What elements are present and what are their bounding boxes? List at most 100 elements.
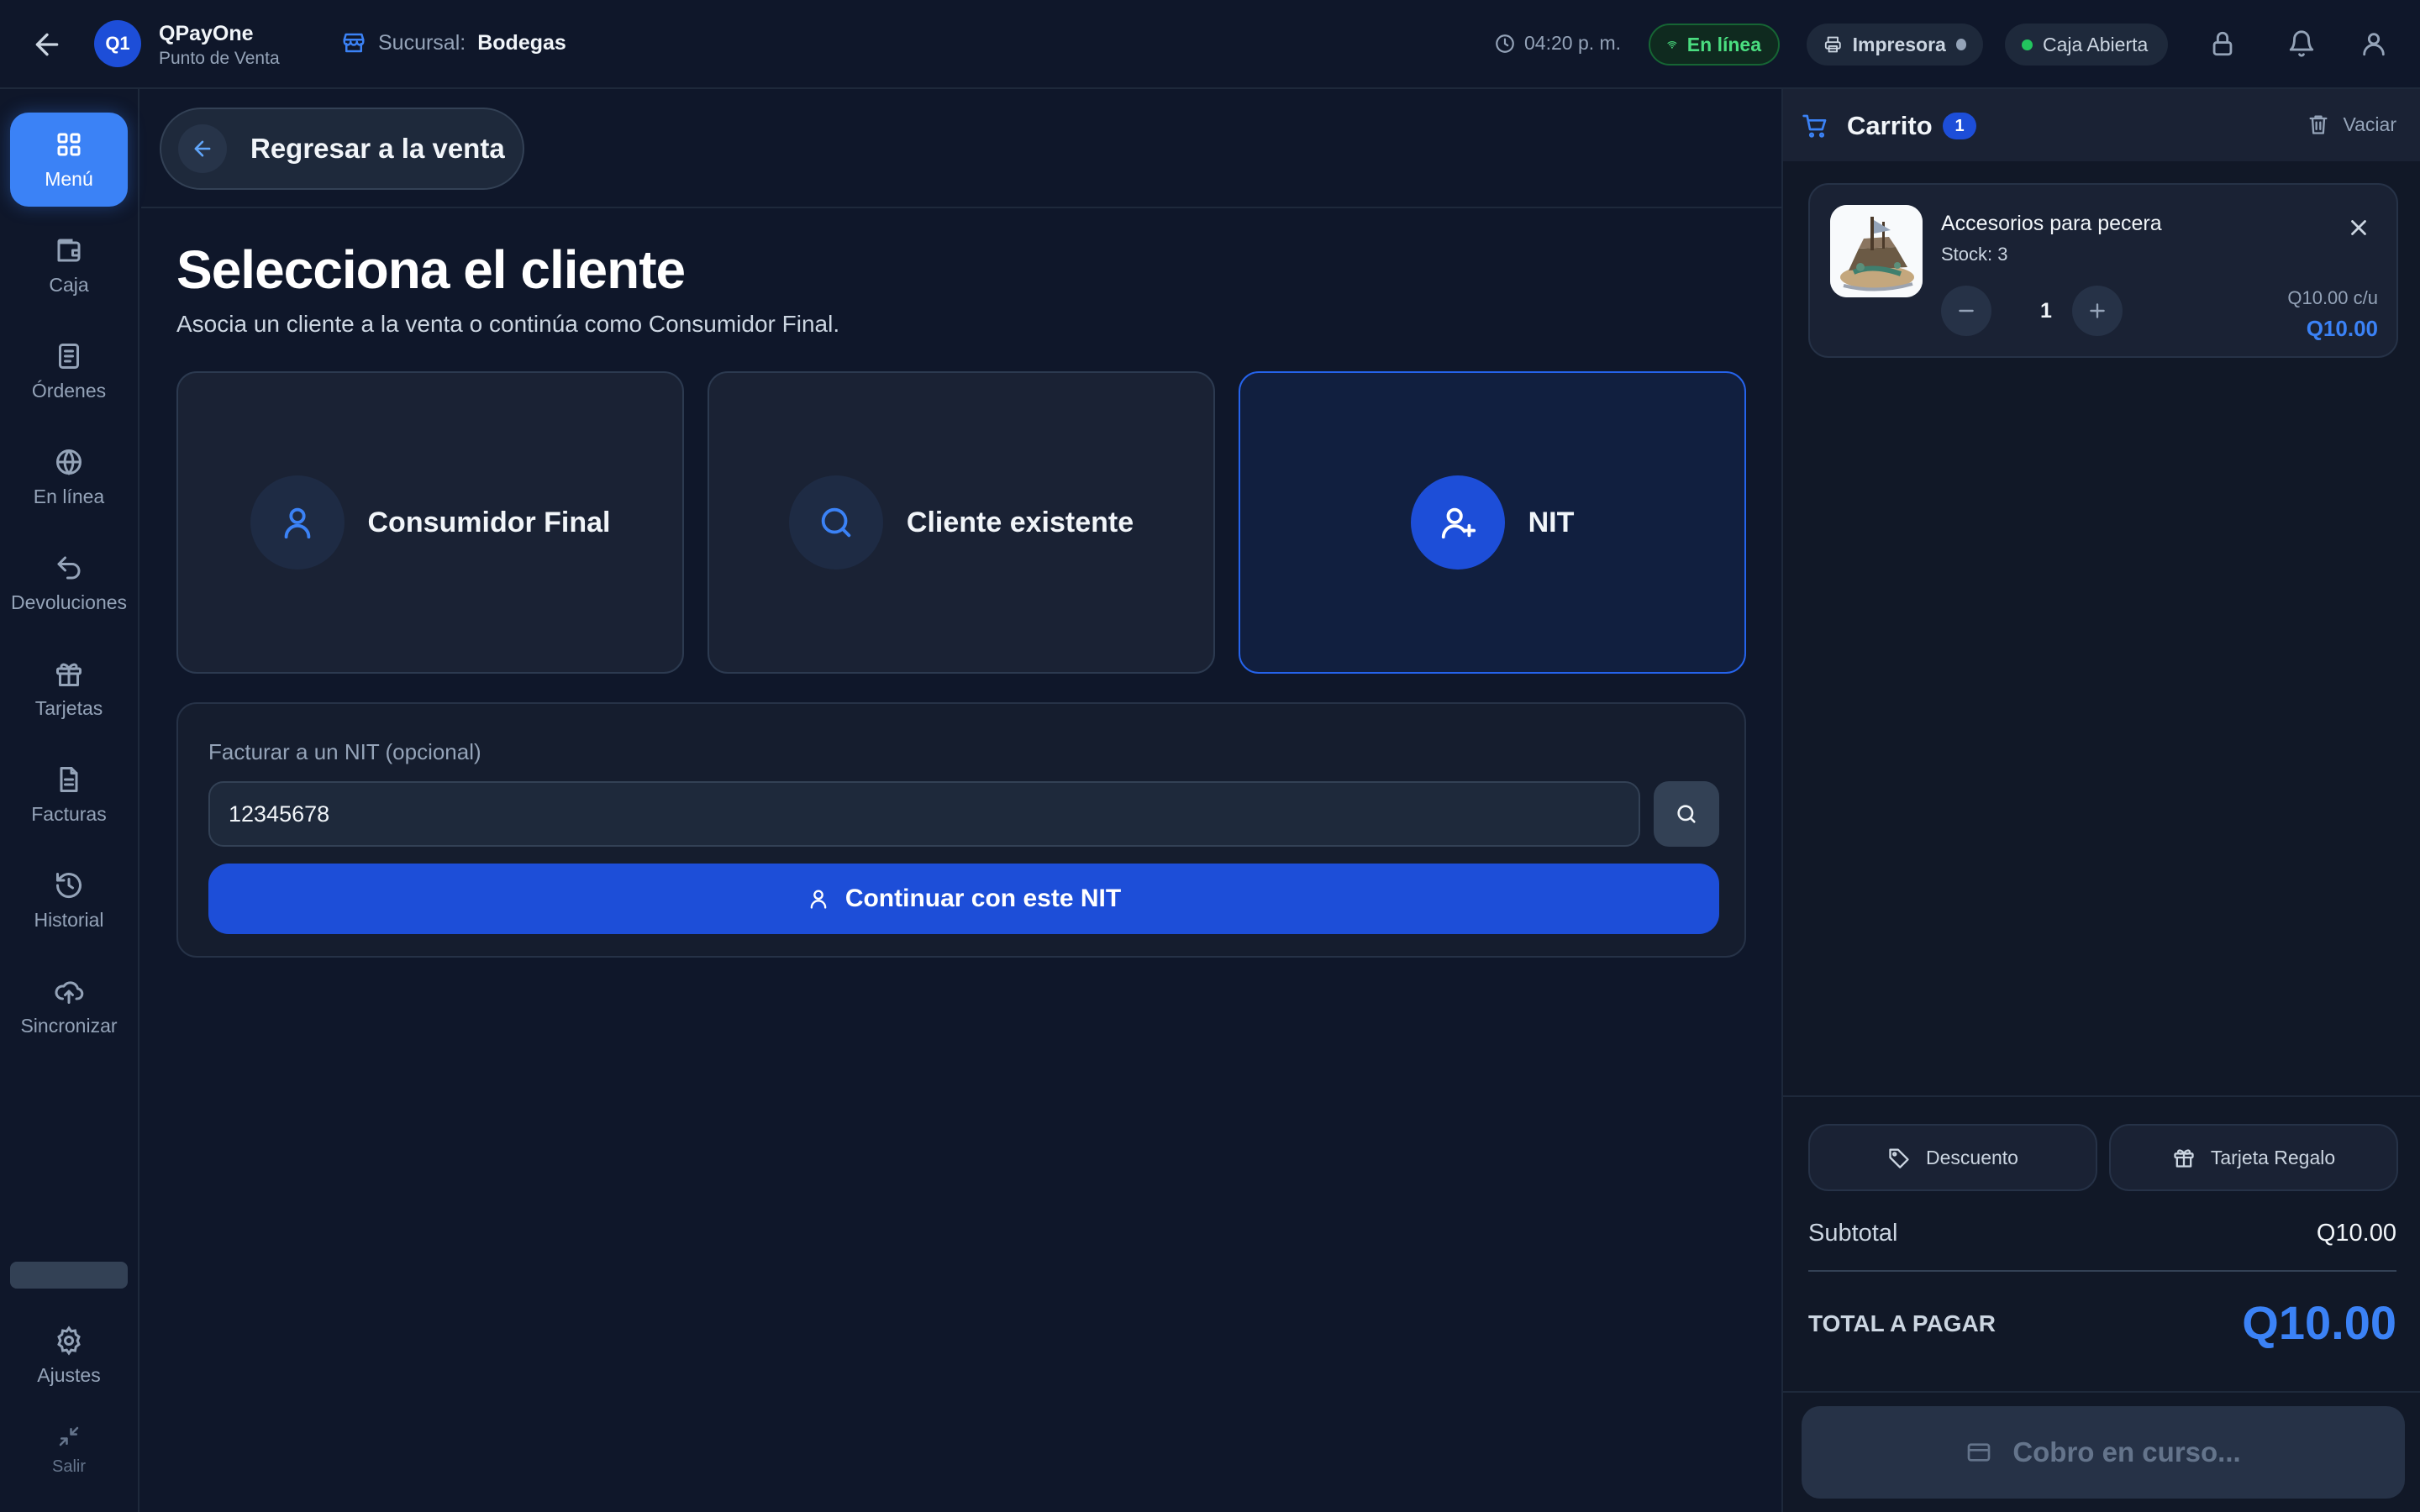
unit-price: Q10.00 c/u [2287,287,2378,308]
user-icon [250,475,345,570]
nit-input[interactable] [208,781,1640,847]
decrease-qty-button[interactable] [1941,286,1991,336]
discount-label: Descuento [1926,1146,2018,1168]
printer-status-button[interactable]: Impresora [1807,24,1983,66]
back-arrow-icon[interactable] [30,28,64,61]
page-description: Asocia un cliente a la venta o continúa … [176,311,840,337]
search-icon [788,475,883,570]
sidebar-item-label: Ajustes [37,1363,101,1386]
product-name: Accesorios para pecera [1941,212,2162,235]
return-to-sale-button[interactable]: Regresar a la venta [160,108,524,190]
return-to-sale-label: Regresar a la venta [250,133,505,164]
option-consumidor-final[interactable]: Consumidor Final [176,371,684,674]
app-name: QPayOne [159,22,254,45]
globe-icon [56,449,82,475]
cart-item: Accesorios para pecera Stock: 3 1 Q10.00… [1808,183,2398,358]
undo-icon [57,556,81,579]
history-icon [56,872,82,898]
gift-icon [2174,1149,2194,1168]
subtotal-value: Q10.00 [2316,1220,2396,1247]
cloud-upload-icon [55,980,84,1004]
sidebar-item-en-linea[interactable]: En línea [10,430,128,524]
sidebar-item-label: Salir [51,1457,86,1476]
cart-count-badge: 1 [1943,113,1976,139]
printer-status-label: Impresora [1852,33,1946,55]
product-image [1830,205,1923,297]
cash-status-badge[interactable]: Caja Abierta [2005,24,2168,66]
sidebar-progress-bar [10,1262,128,1289]
user-icon [810,890,827,909]
store-icon [341,30,366,55]
shopping-cart-icon [1802,113,1828,139]
divider [1808,1270,2396,1272]
sidebar-item-historial[interactable]: Historial [10,853,128,948]
branch-prefix: Sucursal: [378,30,466,55]
minus-icon [1959,309,1974,312]
discount-button[interactable]: Descuento [1808,1124,2097,1191]
receipt-icon [59,343,79,369]
close-icon[interactable] [2346,215,2371,240]
nit-field-label: Facturar a un NIT (opcional) [208,739,481,764]
sidebar-item-salir[interactable]: Salir [10,1410,128,1490]
option-label: NIT [1528,506,1575,538]
cart-footer: Descuento Tarjeta Regalo Subtotal Q10.00… [1783,1095,2420,1512]
cart-panel: Carrito 1 Vaciar Accesorios para pecera [1781,89,2420,1512]
tag-icon [1889,1148,1909,1168]
gift-icon [56,663,82,686]
gear-icon [57,1325,81,1356]
nit-search-button[interactable] [1654,781,1719,847]
printer-icon [1824,36,1841,53]
sub-header: Regresar a la venta [141,89,1781,208]
online-status-badge: En línea [1649,24,1780,66]
clock-icon [1496,34,1514,53]
cash-status-label: Caja Abierta [2043,33,2149,55]
sidebar-item-ordenes[interactable]: Órdenes [10,324,128,418]
user-account-icon[interactable] [2360,29,2388,58]
lock-icon[interactable] [2208,29,2237,58]
pay-area: Cobro en curso... [1783,1391,2420,1512]
product-stock: Stock: 3 [1941,244,2008,265]
plus-icon [2090,303,2105,318]
online-status-label: En línea [1686,33,1761,55]
sidebar-item-label: Facturas [31,802,107,825]
clear-cart-button[interactable]: Vaciar [2307,113,2397,136]
wallet-icon [57,239,81,261]
branch-name: Bodegas [477,30,566,55]
pay-label: Cobro en curso... [2012,1436,2241,1467]
cart-header: Carrito 1 Vaciar [1783,89,2420,161]
bell-icon[interactable] [2287,29,2316,58]
pay-button[interactable]: Cobro en curso... [1802,1406,2405,1499]
sidebar-item-ajustes[interactable]: Ajustes [10,1309,128,1403]
document-icon [60,766,78,792]
continue-with-nit-label: Continuar con este NIT [844,885,1122,912]
increase-qty-button[interactable] [2072,286,2123,336]
total-label: TOTAL A PAGAR [1808,1310,1996,1336]
sidebar-item-tarjetas[interactable]: Tarjetas [10,642,128,736]
gift-card-label: Tarjeta Regalo [2210,1146,2336,1168]
gift-card-button[interactable]: Tarjeta Regalo [2109,1124,2398,1191]
sidebar-item-menu[interactable]: Menú [10,113,128,207]
main-content: Regresar a la venta Selecciona el client… [141,89,1781,1512]
sidebar-item-devoluciones[interactable]: Devoluciones [10,536,128,630]
sidebar-item-facturas[interactable]: Facturas [10,748,128,842]
branch-selector[interactable]: Sucursal: Bodegas [341,30,566,55]
wifi-icon [1667,41,1677,49]
option-cliente-existente[interactable]: Cliente existente [708,371,1215,674]
option-nit[interactable]: NIT [1239,371,1746,674]
option-label: Consumidor Final [367,506,611,538]
sidebar-item-sincronizar[interactable]: Sincronizar [10,959,128,1053]
minimize-arrows-icon [59,1426,79,1446]
continue-with-nit-button[interactable]: Continuar con este NIT [208,864,1719,934]
clock-time: 04:20 p. m. [1524,32,1622,54]
sidebar: Menú Caja Órdenes En línea Devoluciones … [0,89,139,1512]
sidebar-item-label: Historial [34,908,104,931]
clear-cart-label: Vaciar [2343,113,2397,135]
trash-icon [2309,115,2327,134]
page-title: Selecciona el cliente [176,239,686,300]
printer-status-dot [1955,39,1966,50]
user-plus-icon [1410,475,1505,570]
sidebar-item-caja[interactable]: Caja [10,218,128,312]
search-icon [1677,805,1696,823]
app-subtitle: Punto de Venta [159,49,280,68]
app-logo: Q1 [94,20,141,67]
